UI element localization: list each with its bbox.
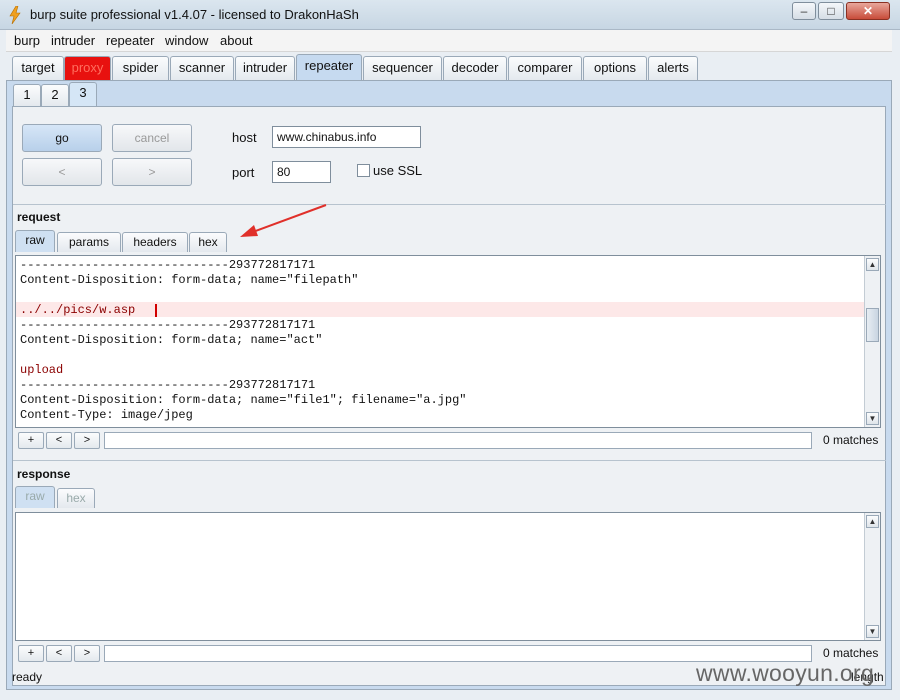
use-ssl-checkbox[interactable] [357, 164, 370, 177]
menu-bar: burp intruder repeater window about [6, 30, 892, 52]
request-line: ../../pics/w.asp [20, 303, 143, 317]
request-line: Content-Disposition: form-data; name="ac… [20, 333, 323, 347]
menu-repeater[interactable]: repeater [106, 33, 154, 48]
request-line: upload [20, 363, 64, 377]
port-input[interactable]: 80 [272, 161, 331, 183]
request-line: Content-Disposition: form-data; name="fi… [20, 273, 359, 287]
request-tab-params[interactable]: params [57, 232, 121, 252]
use-ssl-label: use SSL [373, 163, 423, 178]
minimize-button[interactable]: – [792, 2, 816, 20]
request-scrollbar[interactable]: ▲ ▼ [864, 256, 880, 427]
text-caret [155, 304, 157, 317]
forward-button[interactable]: > [112, 158, 192, 186]
port-label: port [232, 165, 255, 180]
response-tab-raw[interactable]: raw [15, 486, 55, 508]
controls-divider [13, 204, 886, 205]
menu-about[interactable]: about [220, 33, 253, 48]
menu-window[interactable]: window [165, 33, 208, 48]
go-button[interactable]: go [22, 124, 102, 152]
search-next-button[interactable]: > [74, 645, 100, 662]
tab-target[interactable]: target [12, 56, 64, 80]
tab-alerts[interactable]: alerts [648, 56, 698, 80]
request-line: Content-Type: image/jpeg [20, 408, 193, 422]
tab-scanner[interactable]: scanner [170, 56, 234, 80]
menu-intruder[interactable]: intruder [51, 33, 95, 48]
watermark: www.wooyun.org [696, 660, 875, 686]
search-add-button[interactable]: + [18, 645, 44, 662]
maximize-button[interactable]: □ [818, 2, 844, 20]
sub-tab-2[interactable]: 2 [41, 84, 69, 106]
back-button[interactable]: < [22, 158, 102, 186]
current-line-highlight [16, 302, 865, 317]
annotation-arrow [240, 204, 327, 237]
scroll-down-icon[interactable]: ▼ [866, 625, 879, 638]
close-button[interactable]: ✕ [846, 2, 890, 20]
host-input[interactable]: www.chinabus.info [272, 126, 421, 148]
request-tab-headers[interactable]: headers [122, 232, 188, 252]
search-prev-button[interactable]: < [46, 645, 72, 662]
tab-sequencer[interactable]: sequencer [363, 56, 442, 80]
request-match-count: 0 matches [823, 433, 879, 447]
request-line: -----------------------------29377281717… [20, 258, 316, 272]
tab-decoder[interactable]: decoder [443, 56, 507, 80]
response-tab-hex[interactable]: hex [57, 488, 95, 508]
response-scrollbar[interactable]: ▲ ▼ [864, 513, 880, 640]
response-match-count: 0 matches [823, 646, 879, 660]
search-prev-button[interactable]: < [46, 432, 72, 449]
request-line: -----------------------------29377281717… [20, 378, 316, 392]
cancel-button[interactable]: cancel [112, 124, 192, 152]
request-editor[interactable]: -----------------------------29377281717… [15, 255, 881, 428]
main-tab-bar: target proxy spider scanner intruder rep… [6, 54, 892, 80]
tab-intruder[interactable]: intruder [235, 56, 295, 80]
status-text: ready [12, 670, 43, 684]
sub-tab-3[interactable]: 3 [69, 82, 97, 106]
response-title: response [17, 467, 71, 481]
scroll-up-icon[interactable]: ▲ [866, 258, 879, 271]
menu-burp[interactable]: burp [14, 33, 40, 48]
request-tab-raw[interactable]: raw [15, 230, 55, 252]
search-add-button[interactable]: + [18, 432, 44, 449]
tab-spider[interactable]: spider [112, 56, 169, 80]
window-title: burp suite professional v1.4.07 - licens… [30, 7, 359, 22]
tab-repeater[interactable]: repeater [296, 54, 362, 80]
tab-proxy[interactable]: proxy [64, 56, 111, 80]
host-label: host [232, 130, 257, 145]
tab-options[interactable]: options [583, 56, 647, 80]
tab-comparer[interactable]: comparer [508, 56, 582, 80]
request-tab-hex[interactable]: hex [189, 232, 227, 252]
request-line: Content-Disposition: form-data; name="fi… [20, 393, 467, 407]
request-line: -----------------------------29377281717… [20, 318, 316, 332]
response-editor[interactable]: ▲ ▼ [15, 512, 881, 641]
title-bar: burp suite professional v1.4.07 - licens… [0, 0, 900, 30]
scroll-down-icon[interactable]: ▼ [866, 412, 879, 425]
burp-lightning-icon [9, 6, 21, 24]
request-response-divider [13, 460, 886, 461]
search-next-button[interactable]: > [74, 432, 100, 449]
sub-tab-1[interactable]: 1 [13, 84, 41, 106]
request-title: request [17, 210, 61, 224]
scroll-up-icon[interactable]: ▲ [866, 515, 879, 528]
scroll-thumb[interactable] [866, 308, 879, 342]
request-search-input[interactable] [104, 432, 812, 449]
request-search-bar: + < > 0 matches [18, 432, 884, 450]
